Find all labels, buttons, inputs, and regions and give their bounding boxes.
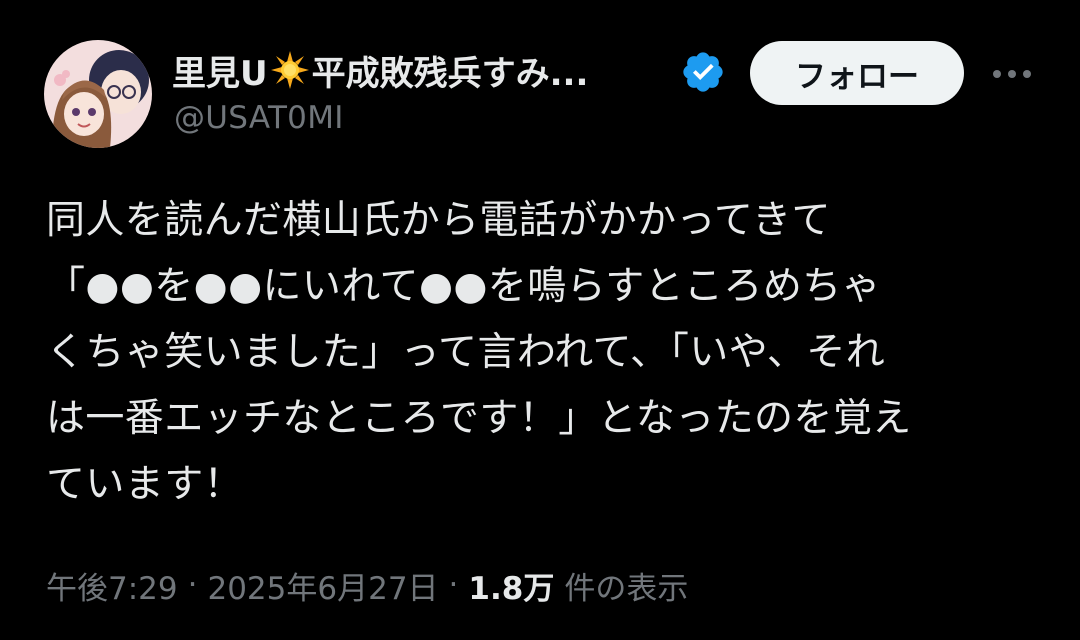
views-label: 件の表示 — [564, 570, 689, 607]
more-horizontal-icon[interactable] — [988, 56, 1036, 92]
views-count: 1.8万 — [468, 570, 555, 607]
author-handle[interactable]: @USAT0MI — [174, 100, 344, 136]
author-name-row: 里見U 平成敗残兵すみ... — [172, 44, 588, 96]
tweet-text-line: 「●●を●●にいれて●●を鳴らすところめちゃ — [46, 264, 882, 309]
tweet-text: 同人を読んだ横山氏から電話がかかってきて 「●●を●●にいれて●●を鳴らすところ… — [46, 188, 1046, 518]
meta-separator: · — [448, 567, 459, 603]
author-display-name[interactable]: 里見U 平成敗残兵すみ... — [172, 46, 588, 95]
tweet-text-line: ています！ — [46, 462, 244, 507]
tweet-text-line: くちゃ笑いました」って言われて、「いや、それ — [46, 330, 886, 375]
tweet-text-line: 同人を読んだ横山氏から電話がかかってきて — [46, 198, 831, 243]
author-name-suffix: 平成敗残兵すみ... — [311, 53, 589, 94]
tweet-date[interactable]: 2025年6月27日 — [207, 563, 438, 608]
avatar-illustration — [44, 40, 152, 148]
verified-badge-icon[interactable] — [680, 49, 726, 95]
author-name-prefix: 里見U — [172, 53, 268, 94]
tweet-text-line: は一番エッチなところです！」となったのを覚え — [46, 396, 912, 441]
tweet-meta: 午後7:29 · 2025年6月27日 · 1.8万 件の表示 — [46, 560, 688, 610]
tweet-time[interactable]: 午後7:29 — [46, 563, 178, 608]
sun-emoji-icon — [270, 50, 310, 90]
meta-separator: · — [187, 567, 198, 603]
follow-button[interactable]: フォロー — [750, 41, 964, 105]
author-avatar[interactable] — [44, 40, 152, 148]
